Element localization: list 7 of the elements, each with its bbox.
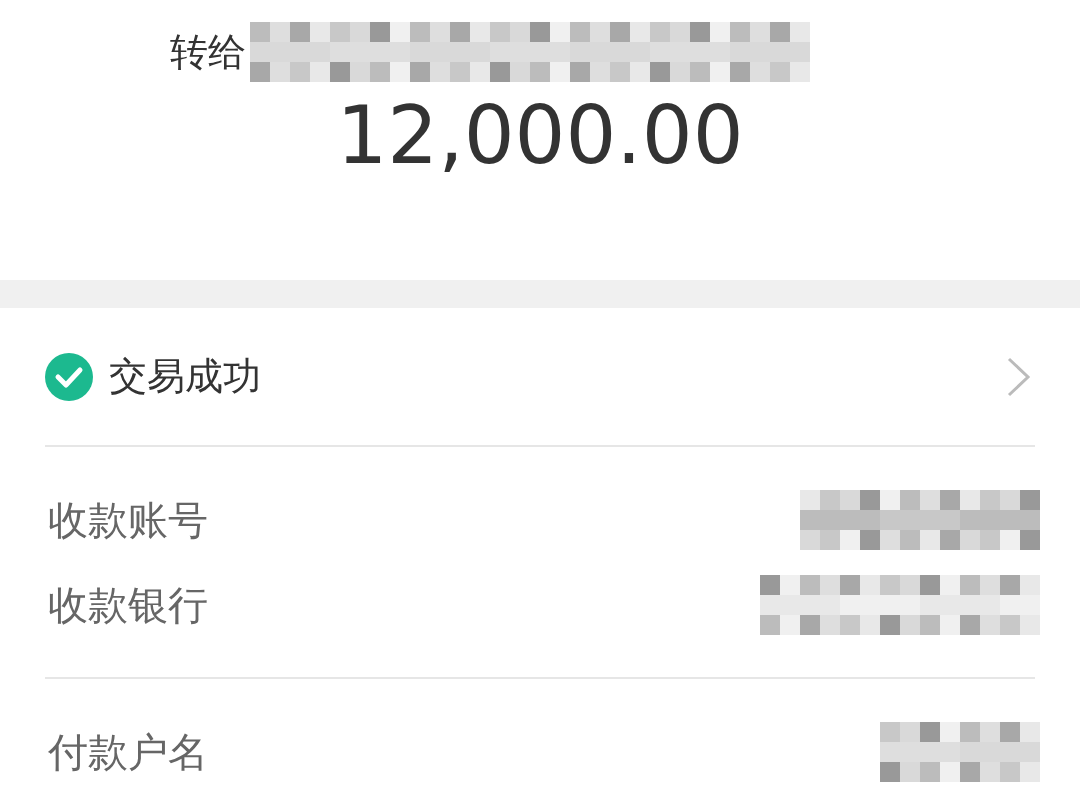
amount: 12,000.00: [336, 92, 744, 180]
chevron-icon: [1006, 355, 1032, 398]
status-row[interactable]: 交易成功: [0, 308, 1080, 445]
recipient-label: 转给: [170, 28, 246, 76]
field-label: 付款户名: [48, 727, 208, 777]
field-label: 收款账号: [48, 495, 208, 545]
field-label: 收款银行: [48, 580, 208, 630]
